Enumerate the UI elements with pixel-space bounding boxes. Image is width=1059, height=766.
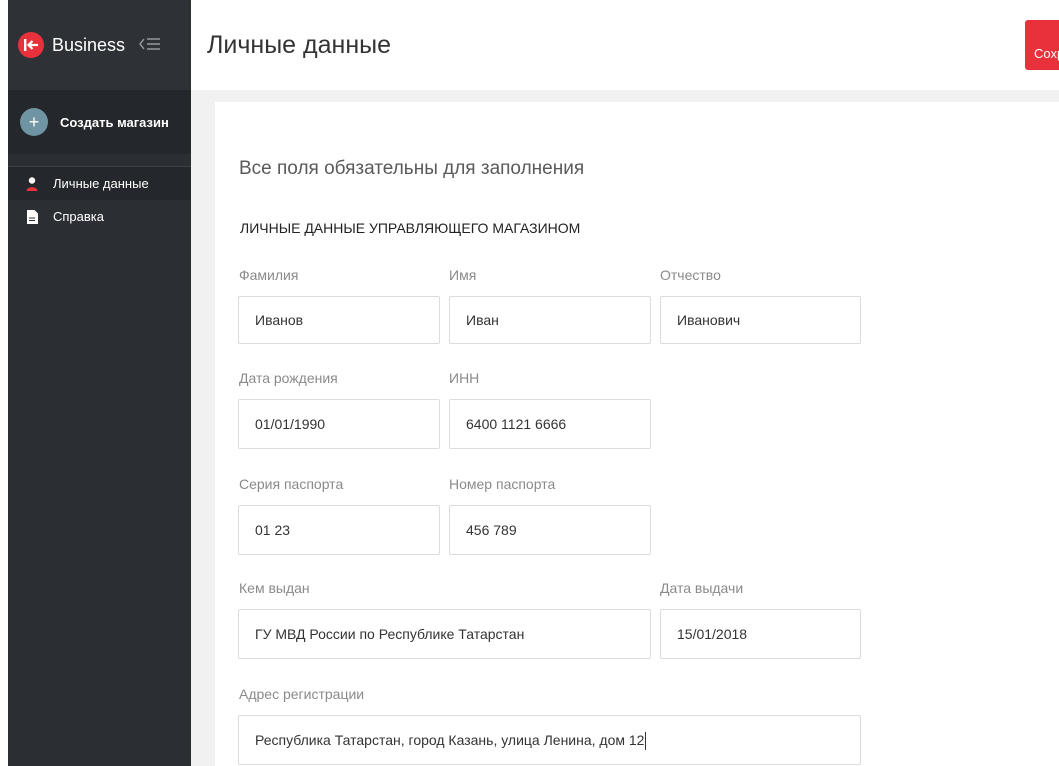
document-icon [25, 209, 39, 225]
inn-label: ИНН [449, 370, 480, 386]
window-edge [0, 0, 8, 766]
form-card: Все поля обязательны для заполнения ЛИЧН… [215, 102, 1059, 766]
sidebar-item-label: Справка [53, 209, 104, 224]
page-title: Личные данные [207, 31, 391, 59]
text-cursor [645, 732, 647, 751]
brand-logo-icon[interactable] [18, 32, 44, 58]
app-root: Business + Создать магазин Личные данные… [0, 0, 1059, 766]
passport-number-input[interactable]: 456 789 [449, 505, 651, 555]
sidebar: Business + Создать магазин Личные данные… [8, 0, 191, 766]
patronymic-label: Отчество [660, 267, 721, 283]
page-header: Личные данные Сохранить [191, 0, 1059, 90]
person-icon [25, 176, 39, 192]
first-name-input[interactable]: Иван [449, 296, 651, 344]
birth-date-input[interactable]: 01/01/1990 [238, 399, 440, 449]
brand-bar: Business [8, 0, 191, 90]
first-name-label: Имя [449, 267, 477, 283]
inn-input[interactable]: 6400 1121 6666 [449, 399, 651, 449]
create-shop-button[interactable]: + Создать магазин [8, 90, 191, 154]
main-content: Все поля обязательны для заполнения ЛИЧН… [191, 90, 1059, 766]
issued-by-label: Кем выдан [239, 580, 310, 596]
sidebar-item-help[interactable]: Справка [8, 200, 191, 233]
passport-series-input[interactable]: 01 23 [238, 505, 440, 555]
section-title: ЛИЧНЫЕ ДАННЫЕ УПРАВЛЯЮЩЕГО МАГАЗИНОМ [240, 220, 581, 236]
passport-number-label: Номер паспорта [449, 476, 556, 492]
save-button[interactable]: Сохранить [1025, 20, 1059, 70]
sidebar-item-label: Личные данные [53, 176, 149, 191]
birth-date-label: Дата рождения [239, 370, 338, 386]
brand-name: Business [52, 34, 126, 55]
passport-series-label: Серия паспорта [239, 476, 344, 492]
required-note: Все поля обязательны для заполнения [239, 158, 585, 179]
issue-date-input[interactable]: 15/01/2018 [660, 609, 861, 659]
plus-icon: + [20, 108, 48, 136]
last-name-input[interactable]: Иванов [238, 296, 440, 344]
issue-date-label: Дата выдачи [660, 580, 744, 596]
address-input[interactable]: Республика Татарстан, город Казань, улиц… [238, 715, 861, 765]
collapse-menu-icon[interactable] [139, 35, 161, 56]
patronymic-input[interactable]: Иванович [660, 296, 861, 344]
sidebar-item-personal-data[interactable]: Личные данные [8, 167, 191, 200]
issued-by-input[interactable]: ГУ МВД России по Республике Татарстан [238, 609, 651, 659]
address-value: Республика Татарстан, город Казань, улиц… [255, 732, 645, 748]
address-label: Адрес регистрации [239, 686, 365, 702]
last-name-label: Фамилия [239, 267, 299, 283]
create-shop-label: Создать магазин [60, 114, 169, 130]
